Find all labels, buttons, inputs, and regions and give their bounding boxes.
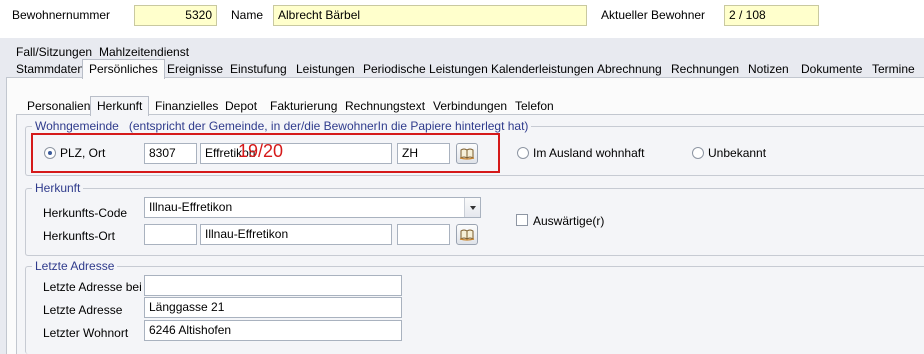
herkunft-ort-field[interactable]: Illnau-Effretikon [200, 224, 392, 245]
letzte-adresse-label: Letzte Adresse [43, 303, 123, 317]
tab-stammdaten[interactable]: Stammdaten [10, 60, 90, 78]
herkunfts-code-label: Herkunfts-Code [43, 206, 128, 220]
subtab-verbindungen[interactable]: Verbindungen [427, 97, 513, 115]
chevron-down-icon[interactable] [464, 198, 480, 217]
letzte-adresse-field[interactable]: Länggasse 21 [144, 297, 402, 318]
unknown-label: Unbekannt [708, 146, 767, 160]
tab-notizen[interactable]: Notizen [742, 60, 795, 78]
current-resident-label: Aktueller Bewohner [601, 8, 706, 22]
letzter-wohnort-field[interactable]: 6246 Altishofen [144, 320, 402, 341]
name-field[interactable]: Albrecht Bärbel [273, 5, 587, 26]
auswaertige-label: Auswärtige(r) [533, 214, 605, 228]
auswaertige-checkbox[interactable] [516, 214, 528, 226]
letzte-adresse-bei-field[interactable] [144, 275, 402, 296]
herkunft-lookup-button[interactable] [456, 224, 478, 245]
tab-dokumente[interactable]: Dokumente [795, 60, 868, 78]
subtab-rechnungstext[interactable]: Rechnungstext [339, 97, 431, 115]
subtab-personalien[interactable]: Personalien [21, 97, 96, 115]
herkunft-title: Herkunft [32, 181, 84, 195]
tab-persoenliches[interactable]: Persönliches [82, 59, 165, 79]
tab-ereignisse[interactable]: Ereignisse [161, 60, 229, 78]
tab-kalenderleistungen[interactable]: Kalenderleistungen [485, 60, 600, 78]
letzte-adresse-bei-label: Letzte Adresse bei [43, 280, 142, 294]
herkunft-plz-field[interactable] [144, 224, 197, 245]
abroad-radio[interactable] [517, 147, 529, 159]
tab-termine[interactable]: Termine [866, 60, 921, 78]
annotation-counter: 19/20 [238, 141, 284, 161]
tab-periodische-leistungen[interactable]: Periodische Leistungen [357, 60, 494, 78]
name-label: Name [231, 8, 264, 22]
tab-einstufung[interactable]: Einstufung [224, 60, 293, 78]
herkunft-canton-field[interactable] [397, 224, 450, 245]
herkunfts-code-value: Illnau-Effretikon [149, 200, 233, 214]
book-icon [459, 229, 475, 241]
letzte-adresse-title: Letzte Adresse [32, 259, 118, 273]
abroad-label: Im Ausland wohnhaft [533, 146, 645, 160]
subtab-finanzielles[interactable]: Finanzielles [149, 97, 224, 115]
herkunfts-ort-label: Herkunfts-Ort [43, 229, 116, 243]
tab-abrechnung[interactable]: Abrechnung [591, 60, 668, 78]
resident-number-field[interactable]: 5320 [134, 5, 217, 26]
subtab-depot[interactable]: Depot [219, 97, 263, 115]
current-resident-field[interactable]: 2 / 108 [724, 5, 819, 26]
resident-number-label: Bewohnernummer [12, 8, 111, 22]
wohngemeinde-title: Wohngemeinde (entspricht der Gemeinde, i… [32, 119, 532, 133]
tab-rechnungen[interactable]: Rechnungen [665, 60, 745, 78]
tab-leistungen[interactable]: Leistungen [290, 60, 361, 78]
subtab-telefon[interactable]: Telefon [509, 97, 560, 115]
unknown-radio[interactable] [692, 147, 704, 159]
subtab-herkunft[interactable]: Herkunft [90, 96, 150, 116]
herkunfts-code-dropdown[interactable]: Illnau-Effretikon [144, 197, 481, 218]
letzter-wohnort-label: Letzter Wohnort [43, 326, 129, 340]
subtab-fakturierung[interactable]: Fakturierung [264, 97, 343, 115]
wohngemeinde-note: (entspricht der Gemeinde, in der/die Bew… [128, 119, 529, 133]
